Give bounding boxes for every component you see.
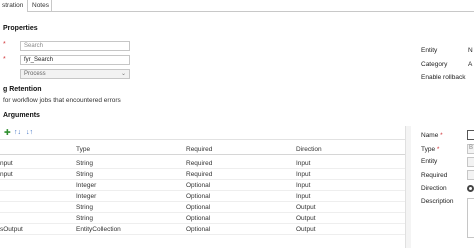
detail-type-label: Type * xyxy=(421,146,439,153)
move-up-icon[interactable]: ↑↓ xyxy=(14,129,21,137)
cell-name: sOutput xyxy=(0,226,23,233)
add-icon[interactable]: ✚ xyxy=(4,129,11,137)
tab-label: stration xyxy=(2,2,24,9)
cell-direction: Input xyxy=(296,171,311,178)
entity-label: Entity xyxy=(421,47,438,54)
detail-entity-label: Entity xyxy=(421,158,438,165)
table-row[interactable]: String Optional Output xyxy=(0,202,405,213)
cell-type: String xyxy=(76,171,93,178)
detail-description-label: Description xyxy=(421,198,454,205)
tab-notes[interactable]: Notes xyxy=(28,0,52,12)
cell-required: Optional xyxy=(186,182,211,189)
required-marker: * xyxy=(3,56,6,63)
cell-direction: Input xyxy=(296,193,311,200)
retention-text: for workflow jobs that encountered error… xyxy=(3,97,121,104)
cell-direction: Input xyxy=(296,160,311,167)
direction-radio[interactable] xyxy=(467,185,474,192)
detail-name-text: Name xyxy=(421,132,439,139)
tab-label: Notes xyxy=(32,2,49,9)
grid-scrollbar[interactable] xyxy=(405,126,411,248)
cell-type: String xyxy=(76,160,93,167)
column-header-direction[interactable]: Direction xyxy=(296,146,322,153)
chevron-down-icon: ⌄ xyxy=(120,71,126,77)
detail-type-select[interactable]: B xyxy=(467,144,474,154)
cell-type: Integer xyxy=(76,193,97,200)
arguments-toolbar xyxy=(0,126,405,140)
detail-type-value: B xyxy=(469,145,474,151)
retention-title: g Retention xyxy=(3,86,42,93)
properties-title: Properties xyxy=(3,25,38,32)
table-row[interactable]: nput String Required Input xyxy=(0,158,405,169)
detail-direction-label: Direction xyxy=(421,185,447,192)
cell-name: nput xyxy=(0,171,13,178)
detail-required-label: Required xyxy=(421,172,448,179)
table-row[interactable]: nput String Required Input xyxy=(0,169,405,180)
cell-required: Required xyxy=(186,171,213,178)
required-marker: * xyxy=(438,132,443,139)
required-marker: * xyxy=(3,41,6,48)
column-header-required[interactable]: Required xyxy=(186,146,212,153)
table-row[interactable]: Integer Optional Input xyxy=(0,191,405,202)
cell-name: nput xyxy=(0,160,13,167)
arguments-title: Arguments xyxy=(3,112,40,119)
cell-direction: Input xyxy=(296,182,311,189)
detail-entity-select[interactable] xyxy=(467,157,474,167)
detail-name-field[interactable] xyxy=(467,130,474,140)
required-marker: * xyxy=(435,146,440,153)
table-row[interactable]: String Optional Output xyxy=(0,213,405,224)
category-label: Category xyxy=(421,61,448,68)
process-name-field[interactable]: fyr_Search xyxy=(20,55,130,65)
table-row[interactable]: sOutput EntityCollection Optional Output xyxy=(0,224,405,235)
category-value: Process xyxy=(24,71,46,77)
detail-required-checkbox[interactable] xyxy=(467,170,474,180)
search-field[interactable]: Search xyxy=(20,41,130,51)
table-row[interactable]: Integer Optional Input xyxy=(0,180,405,191)
cell-type: String xyxy=(76,204,93,211)
category-select[interactable]: Process ⌄ xyxy=(20,69,130,79)
cell-direction: Output xyxy=(296,215,316,222)
enable-rollback-label: Enable rollback xyxy=(421,74,466,81)
entity-value: N xyxy=(468,47,473,54)
detail-type-text: Type xyxy=(421,146,436,153)
cell-type: EntityCollection xyxy=(76,226,121,233)
search-placeholder: Search xyxy=(24,43,44,49)
detail-name-label: Name * xyxy=(421,132,443,139)
cell-type: String xyxy=(76,215,93,222)
column-header-type[interactable]: Type xyxy=(76,146,90,153)
cell-required: Optional xyxy=(186,193,211,200)
detail-description-field[interactable] xyxy=(467,198,474,238)
move-down-icon[interactable]: ↓↑ xyxy=(26,129,33,137)
cell-direction: Output xyxy=(296,204,316,211)
cell-required: Optional xyxy=(186,204,211,211)
cell-required: Optional xyxy=(186,215,211,222)
process-name-value: fyr_Search xyxy=(24,57,54,63)
cell-type: Integer xyxy=(76,182,97,189)
cell-required: Optional xyxy=(186,226,211,233)
tab-administration[interactable]: stration xyxy=(0,0,28,12)
cell-direction: Output xyxy=(296,226,316,233)
category-value: A xyxy=(468,61,473,68)
tab-bar xyxy=(0,0,474,12)
cell-required: Required xyxy=(186,160,213,167)
